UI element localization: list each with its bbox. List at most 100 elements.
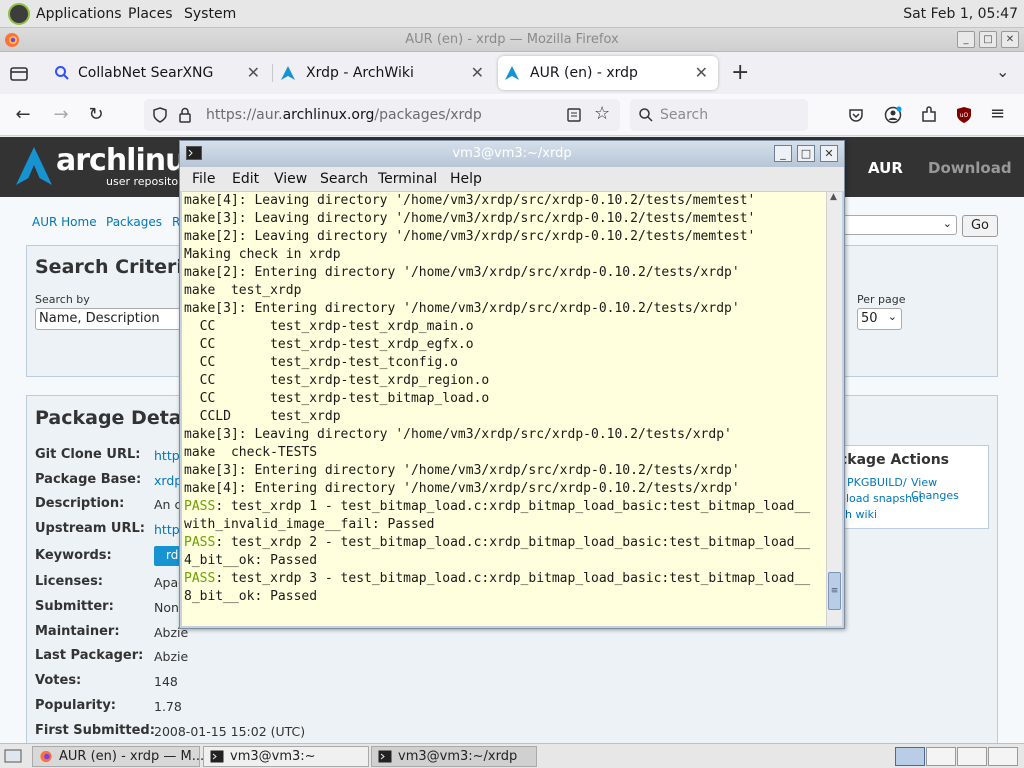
- terminal-line: make[4]: Entering directory '/home/vm3/x…: [184, 480, 810, 498]
- tab-searxng[interactable]: CollabNet SearXNG ✕: [46, 56, 270, 90]
- scroll-up-arrow-icon[interactable]: ▲: [830, 192, 837, 202]
- close-button[interactable]: ✕: [1001, 31, 1019, 48]
- terminal-line: with_invalid_image__fail: Passed: [184, 516, 810, 534]
- forward-arrow-icon[interactable]: →: [50, 104, 72, 125]
- download-snapshot-link[interactable]: nload snapshot: [839, 492, 923, 505]
- close-tab-icon[interactable]: ✕: [471, 63, 484, 82]
- terminal-line-text: : test_xrdp 2 - test_bitmap_load.c:xrdp_…: [215, 535, 811, 550]
- per-page-select[interactable]: 50 ⌄: [857, 308, 902, 330]
- archlinux-logo[interactable]: archlinux user repository: [14, 143, 205, 191]
- language-select[interactable]: ⌄: [843, 215, 957, 235]
- menu-edit[interactable]: Edit: [232, 171, 259, 187]
- pd-label: Package Base:: [35, 472, 142, 487]
- terminal-minimize-button[interactable]: _: [774, 145, 792, 162]
- url-text[interactable]: https://aur.archlinux.org/packages/xrdp: [206, 107, 482, 123]
- menu-file[interactable]: File: [192, 171, 215, 187]
- pd-label: First Submitted:: [35, 723, 155, 738]
- clock[interactable]: Sat Feb 1, 05:47: [903, 6, 1018, 22]
- pd-description: An c: [154, 497, 182, 512]
- shield-icon[interactable]: [152, 107, 168, 123]
- reader-view-icon[interactable]: [566, 107, 582, 123]
- terminal-line-text: make[3]: Leaving directory '/home/vm3/xr…: [184, 427, 732, 442]
- terminal-line-text: make[4]: Entering directory '/home/vm3/x…: [184, 481, 740, 496]
- terminal-titlebar[interactable]: vm3@vm3:~/xrdp _ □ ✕: [180, 141, 844, 167]
- ublock-origin-icon[interactable]: uO: [956, 106, 972, 124]
- terminal-line: Making check in xrdp: [184, 246, 810, 264]
- new-tab-button[interactable]: +: [731, 60, 749, 85]
- account-icon[interactable]: [884, 106, 902, 124]
- pd-package-base[interactable]: xrdp: [154, 473, 182, 488]
- terminal-line-text: CC test_xrdp-test_xrdp_main.o: [184, 319, 474, 334]
- pd-label: Description:: [35, 496, 125, 511]
- workspace-switcher-active[interactable]: [895, 747, 925, 766]
- close-tab-icon[interactable]: ✕: [247, 63, 260, 82]
- taskbar-terminal-xrdp[interactable]: vm3@vm3:~/xrdp: [371, 746, 537, 767]
- extensions-puzzle-icon[interactable]: [920, 106, 938, 124]
- firefox-titlebar[interactable]: AUR (en) - xrdp — Mozilla Firefox _ □ ✕: [0, 28, 1024, 52]
- terminal-line-text: CC test_xrdp-test_xrdp_region.o: [184, 373, 490, 388]
- keyword-badge[interactable]: rd: [154, 546, 180, 566]
- package-actions-box: ckage Actions PKGBUILD / View Changes nl…: [838, 445, 989, 529]
- terminal-window[interactable]: vm3@vm3:~/xrdp _ □ ✕ File Edit View Sear…: [179, 140, 845, 629]
- show-desktop-icon[interactable]: [4, 748, 22, 764]
- package-actions-heading: ckage Actions: [839, 452, 949, 468]
- view-pkgbuild-link[interactable]: PKGBUILD: [847, 476, 903, 489]
- terminal-line-text: make[3]: Entering directory '/home/vm3/x…: [184, 463, 740, 478]
- link-separator: /: [903, 476, 907, 489]
- terminal-line: make[2]: Entering directory '/home/vm3/x…: [184, 264, 810, 282]
- terminal-maximize-button[interactable]: □: [797, 145, 815, 162]
- tab-archwiki[interactable]: Xrdp - ArchWiki ✕: [274, 56, 494, 90]
- search-bar[interactable]: Search: [630, 99, 808, 131]
- terminal-close-button[interactable]: ✕: [820, 145, 838, 162]
- bookmark-star-icon[interactable]: ☆: [594, 103, 610, 124]
- taskbar-firefox[interactable]: AUR (en) - xrdp — M...: [32, 746, 204, 767]
- applications-menu[interactable]: Applications: [36, 6, 122, 22]
- url-bar[interactable]: https://aur.archlinux.org/packages/xrdp …: [144, 99, 620, 131]
- tab-overview-icon[interactable]: [10, 65, 28, 81]
- terminal-line: PASS: test_xrdp 3 - test_bitmap_load.c:x…: [184, 570, 810, 588]
- menu-view[interactable]: View: [274, 171, 307, 187]
- workspace-switcher[interactable]: [957, 747, 987, 766]
- taskbar-terminal-home[interactable]: vm3@vm3:~: [203, 746, 369, 767]
- breadcrumb-aur-home[interactable]: AUR Home: [32, 215, 97, 229]
- terminal-scrollbar[interactable]: ▲ ≡: [826, 192, 842, 626]
- close-tab-icon[interactable]: ✕: [695, 63, 708, 82]
- pd-label: Licenses:: [35, 574, 104, 589]
- back-arrow-icon[interactable]: ←: [12, 104, 34, 125]
- distro-logo-icon[interactable]: [8, 3, 30, 25]
- terminal-line-text: 4_bit__ok: Passed: [184, 553, 318, 568]
- reload-icon[interactable]: ↻: [85, 104, 107, 125]
- terminal-output[interactable]: make[4]: Leaving directory '/home/vm3/xr…: [182, 192, 826, 626]
- tab-aur-xrdp[interactable]: AUR (en) - xrdp ✕: [498, 56, 718, 90]
- terminal-line: make[3]: Entering directory '/home/vm3/x…: [184, 300, 810, 318]
- maximize-button[interactable]: □: [979, 31, 997, 48]
- nav-aur[interactable]: AUR: [868, 159, 903, 177]
- workspace-switcher[interactable]: [988, 747, 1018, 766]
- nav-download[interactable]: Download: [928, 159, 1012, 177]
- places-menu[interactable]: Places: [128, 6, 173, 22]
- scrollbar-thumb[interactable]: ≡: [828, 572, 841, 610]
- lock-icon[interactable]: [178, 107, 192, 123]
- arch-icon: [505, 66, 519, 80]
- breadcrumb-packages[interactable]: Packages: [106, 215, 162, 229]
- terminal-line: PASS: test_xrdp 2 - test_bitmap_load.c:x…: [184, 534, 810, 552]
- workspace-switcher[interactable]: [926, 747, 956, 766]
- terminal-line: CC test_xrdp-test_tconfig.o: [184, 354, 810, 372]
- pocket-icon[interactable]: [848, 107, 864, 123]
- pd-label: Maintainer:: [35, 624, 120, 639]
- go-button[interactable]: Go: [962, 215, 998, 237]
- pass-label: PASS: [184, 571, 216, 586]
- menu-search[interactable]: Search: [320, 171, 368, 187]
- menu-help[interactable]: Help: [450, 171, 482, 187]
- navigation-bar: ← → ↻ https://aur.archlinux.org/packages…: [0, 94, 1024, 136]
- menu-terminal[interactable]: Terminal: [378, 171, 437, 187]
- list-all-tabs-icon[interactable]: ⌄: [996, 62, 1009, 81]
- system-menu[interactable]: System: [184, 6, 236, 22]
- terminal-line: make[2]: Leaving directory '/home/vm3/xr…: [184, 228, 810, 246]
- search-by-select[interactable]: Name, Description: [35, 308, 185, 330]
- pass-label: PASS: [184, 499, 216, 514]
- magnifier-icon: [55, 66, 69, 80]
- arch-logo-icon: [16, 147, 52, 185]
- minimize-button[interactable]: _: [957, 31, 975, 48]
- hamburger-menu-icon[interactable]: ≡: [990, 103, 1005, 124]
